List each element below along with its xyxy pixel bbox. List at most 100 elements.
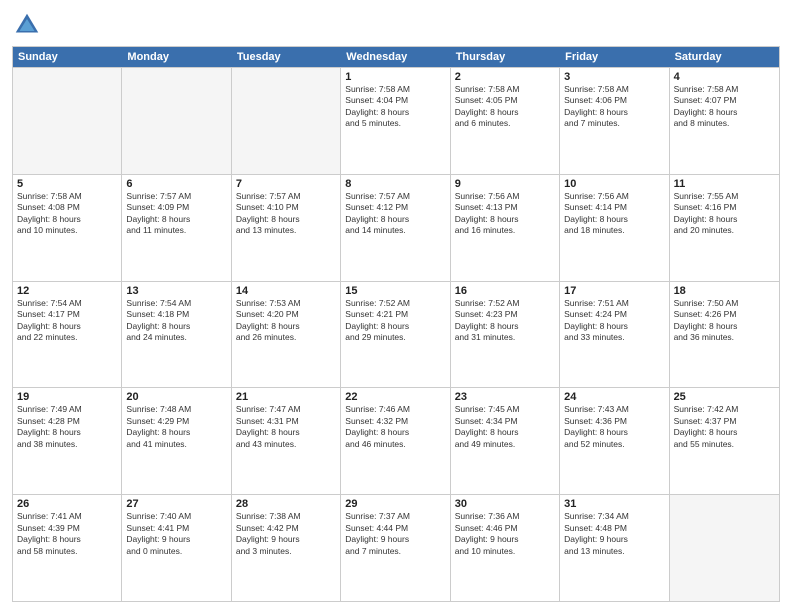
cell-text: Daylight: 8 hours bbox=[236, 427, 336, 438]
header-day-saturday: Saturday bbox=[670, 47, 779, 67]
day-number: 3 bbox=[564, 71, 664, 83]
cell-text: and 8 minutes. bbox=[674, 118, 775, 129]
cell-text: Daylight: 9 hours bbox=[126, 534, 226, 545]
cell-text: and 22 minutes. bbox=[17, 332, 117, 343]
cell-text: Sunset: 4:04 PM bbox=[345, 95, 445, 106]
cell-text: Sunset: 4:28 PM bbox=[17, 416, 117, 427]
header-day-wednesday: Wednesday bbox=[341, 47, 450, 67]
cell-text: and 49 minutes. bbox=[455, 439, 555, 450]
calendar-header: SundayMondayTuesdayWednesdayThursdayFrid… bbox=[13, 47, 779, 67]
cell-text: Daylight: 8 hours bbox=[674, 427, 775, 438]
cell-text: Daylight: 8 hours bbox=[564, 107, 664, 118]
day-number: 18 bbox=[674, 285, 775, 297]
cell-text: Sunrise: 7:43 AM bbox=[564, 404, 664, 415]
cell-text: Sunset: 4:36 PM bbox=[564, 416, 664, 427]
cell-text: Daylight: 8 hours bbox=[564, 427, 664, 438]
day-number: 4 bbox=[674, 71, 775, 83]
cell-text: Sunrise: 7:47 AM bbox=[236, 404, 336, 415]
day-number: 11 bbox=[674, 178, 775, 190]
calendar-cell-10: 10Sunrise: 7:56 AMSunset: 4:14 PMDayligh… bbox=[560, 175, 669, 281]
calendar-cell-13: 13Sunrise: 7:54 AMSunset: 4:18 PMDayligh… bbox=[122, 282, 231, 388]
cell-text: Sunrise: 7:36 AM bbox=[455, 511, 555, 522]
calendar-row-2: 12Sunrise: 7:54 AMSunset: 4:17 PMDayligh… bbox=[13, 281, 779, 388]
cell-text: Sunrise: 7:40 AM bbox=[126, 511, 226, 522]
cell-text: Sunrise: 7:46 AM bbox=[345, 404, 445, 415]
cell-text: Sunrise: 7:54 AM bbox=[126, 298, 226, 309]
calendar-cell-20: 20Sunrise: 7:48 AMSunset: 4:29 PMDayligh… bbox=[122, 388, 231, 494]
calendar-cell-12: 12Sunrise: 7:54 AMSunset: 4:17 PMDayligh… bbox=[13, 282, 122, 388]
cell-text: Daylight: 8 hours bbox=[564, 321, 664, 332]
day-number: 9 bbox=[455, 178, 555, 190]
cell-text: Daylight: 9 hours bbox=[345, 534, 445, 545]
day-number: 27 bbox=[126, 498, 226, 510]
cell-text: Sunrise: 7:52 AM bbox=[345, 298, 445, 309]
cell-text: and 10 minutes. bbox=[455, 546, 555, 557]
cell-text: Sunset: 4:31 PM bbox=[236, 416, 336, 427]
cell-text: Daylight: 8 hours bbox=[17, 321, 117, 332]
cell-text: and 26 minutes. bbox=[236, 332, 336, 343]
cell-text: and 7 minutes. bbox=[564, 118, 664, 129]
cell-text: and 58 minutes. bbox=[17, 546, 117, 557]
cell-text: and 33 minutes. bbox=[564, 332, 664, 343]
cell-text: Daylight: 8 hours bbox=[455, 321, 555, 332]
header-day-sunday: Sunday bbox=[13, 47, 122, 67]
cell-text: Sunrise: 7:57 AM bbox=[236, 191, 336, 202]
cell-text: Daylight: 8 hours bbox=[126, 321, 226, 332]
cell-text: Daylight: 8 hours bbox=[674, 107, 775, 118]
cell-text: Sunset: 4:48 PM bbox=[564, 523, 664, 534]
calendar-cell-9: 9Sunrise: 7:56 AMSunset: 4:13 PMDaylight… bbox=[451, 175, 560, 281]
header-day-friday: Friday bbox=[560, 47, 669, 67]
cell-text: Sunset: 4:07 PM bbox=[674, 95, 775, 106]
logo-icon bbox=[12, 10, 42, 40]
cell-text: Sunrise: 7:38 AM bbox=[236, 511, 336, 522]
cell-text: Sunset: 4:39 PM bbox=[17, 523, 117, 534]
cell-text: Sunset: 4:10 PM bbox=[236, 202, 336, 213]
calendar-cell-18: 18Sunrise: 7:50 AMSunset: 4:26 PMDayligh… bbox=[670, 282, 779, 388]
calendar-cell-empty bbox=[13, 68, 122, 174]
cell-text: Daylight: 8 hours bbox=[236, 214, 336, 225]
calendar-row-0: 1Sunrise: 7:58 AMSunset: 4:04 PMDaylight… bbox=[13, 67, 779, 174]
calendar-cell-11: 11Sunrise: 7:55 AMSunset: 4:16 PMDayligh… bbox=[670, 175, 779, 281]
day-number: 17 bbox=[564, 285, 664, 297]
cell-text: Sunset: 4:08 PM bbox=[17, 202, 117, 213]
day-number: 29 bbox=[345, 498, 445, 510]
cell-text: Sunrise: 7:58 AM bbox=[455, 84, 555, 95]
cell-text: Sunrise: 7:45 AM bbox=[455, 404, 555, 415]
cell-text: Sunset: 4:21 PM bbox=[345, 309, 445, 320]
cell-text: and 38 minutes. bbox=[17, 439, 117, 450]
cell-text: Daylight: 8 hours bbox=[455, 214, 555, 225]
header-day-monday: Monday bbox=[122, 47, 231, 67]
day-number: 5 bbox=[17, 178, 117, 190]
calendar-cell-empty bbox=[122, 68, 231, 174]
cell-text: Sunset: 4:23 PM bbox=[455, 309, 555, 320]
calendar: SundayMondayTuesdayWednesdayThursdayFrid… bbox=[12, 46, 780, 602]
day-number: 21 bbox=[236, 391, 336, 403]
cell-text: Sunrise: 7:56 AM bbox=[564, 191, 664, 202]
cell-text: Sunrise: 7:54 AM bbox=[17, 298, 117, 309]
calendar-cell-3: 3Sunrise: 7:58 AMSunset: 4:06 PMDaylight… bbox=[560, 68, 669, 174]
cell-text: and 7 minutes. bbox=[345, 546, 445, 557]
calendar-cell-15: 15Sunrise: 7:52 AMSunset: 4:21 PMDayligh… bbox=[341, 282, 450, 388]
cell-text: Sunrise: 7:58 AM bbox=[345, 84, 445, 95]
cell-text: Daylight: 9 hours bbox=[236, 534, 336, 545]
cell-text: Sunset: 4:42 PM bbox=[236, 523, 336, 534]
cell-text: and 0 minutes. bbox=[126, 546, 226, 557]
cell-text: Sunrise: 7:56 AM bbox=[455, 191, 555, 202]
calendar-cell-28: 28Sunrise: 7:38 AMSunset: 4:42 PMDayligh… bbox=[232, 495, 341, 601]
cell-text: Sunset: 4:46 PM bbox=[455, 523, 555, 534]
cell-text: Daylight: 8 hours bbox=[126, 214, 226, 225]
cell-text: and 41 minutes. bbox=[126, 439, 226, 450]
header-day-tuesday: Tuesday bbox=[232, 47, 341, 67]
cell-text: and 55 minutes. bbox=[674, 439, 775, 450]
calendar-cell-27: 27Sunrise: 7:40 AMSunset: 4:41 PMDayligh… bbox=[122, 495, 231, 601]
page: SundayMondayTuesdayWednesdayThursdayFrid… bbox=[0, 0, 792, 612]
calendar-row-1: 5Sunrise: 7:58 AMSunset: 4:08 PMDaylight… bbox=[13, 174, 779, 281]
cell-text: Sunset: 4:20 PM bbox=[236, 309, 336, 320]
day-number: 25 bbox=[674, 391, 775, 403]
cell-text: Sunset: 4:32 PM bbox=[345, 416, 445, 427]
calendar-cell-5: 5Sunrise: 7:58 AMSunset: 4:08 PMDaylight… bbox=[13, 175, 122, 281]
cell-text: and 43 minutes. bbox=[236, 439, 336, 450]
cell-text: Sunset: 4:05 PM bbox=[455, 95, 555, 106]
cell-text: and 29 minutes. bbox=[345, 332, 445, 343]
cell-text: Sunset: 4:24 PM bbox=[564, 309, 664, 320]
